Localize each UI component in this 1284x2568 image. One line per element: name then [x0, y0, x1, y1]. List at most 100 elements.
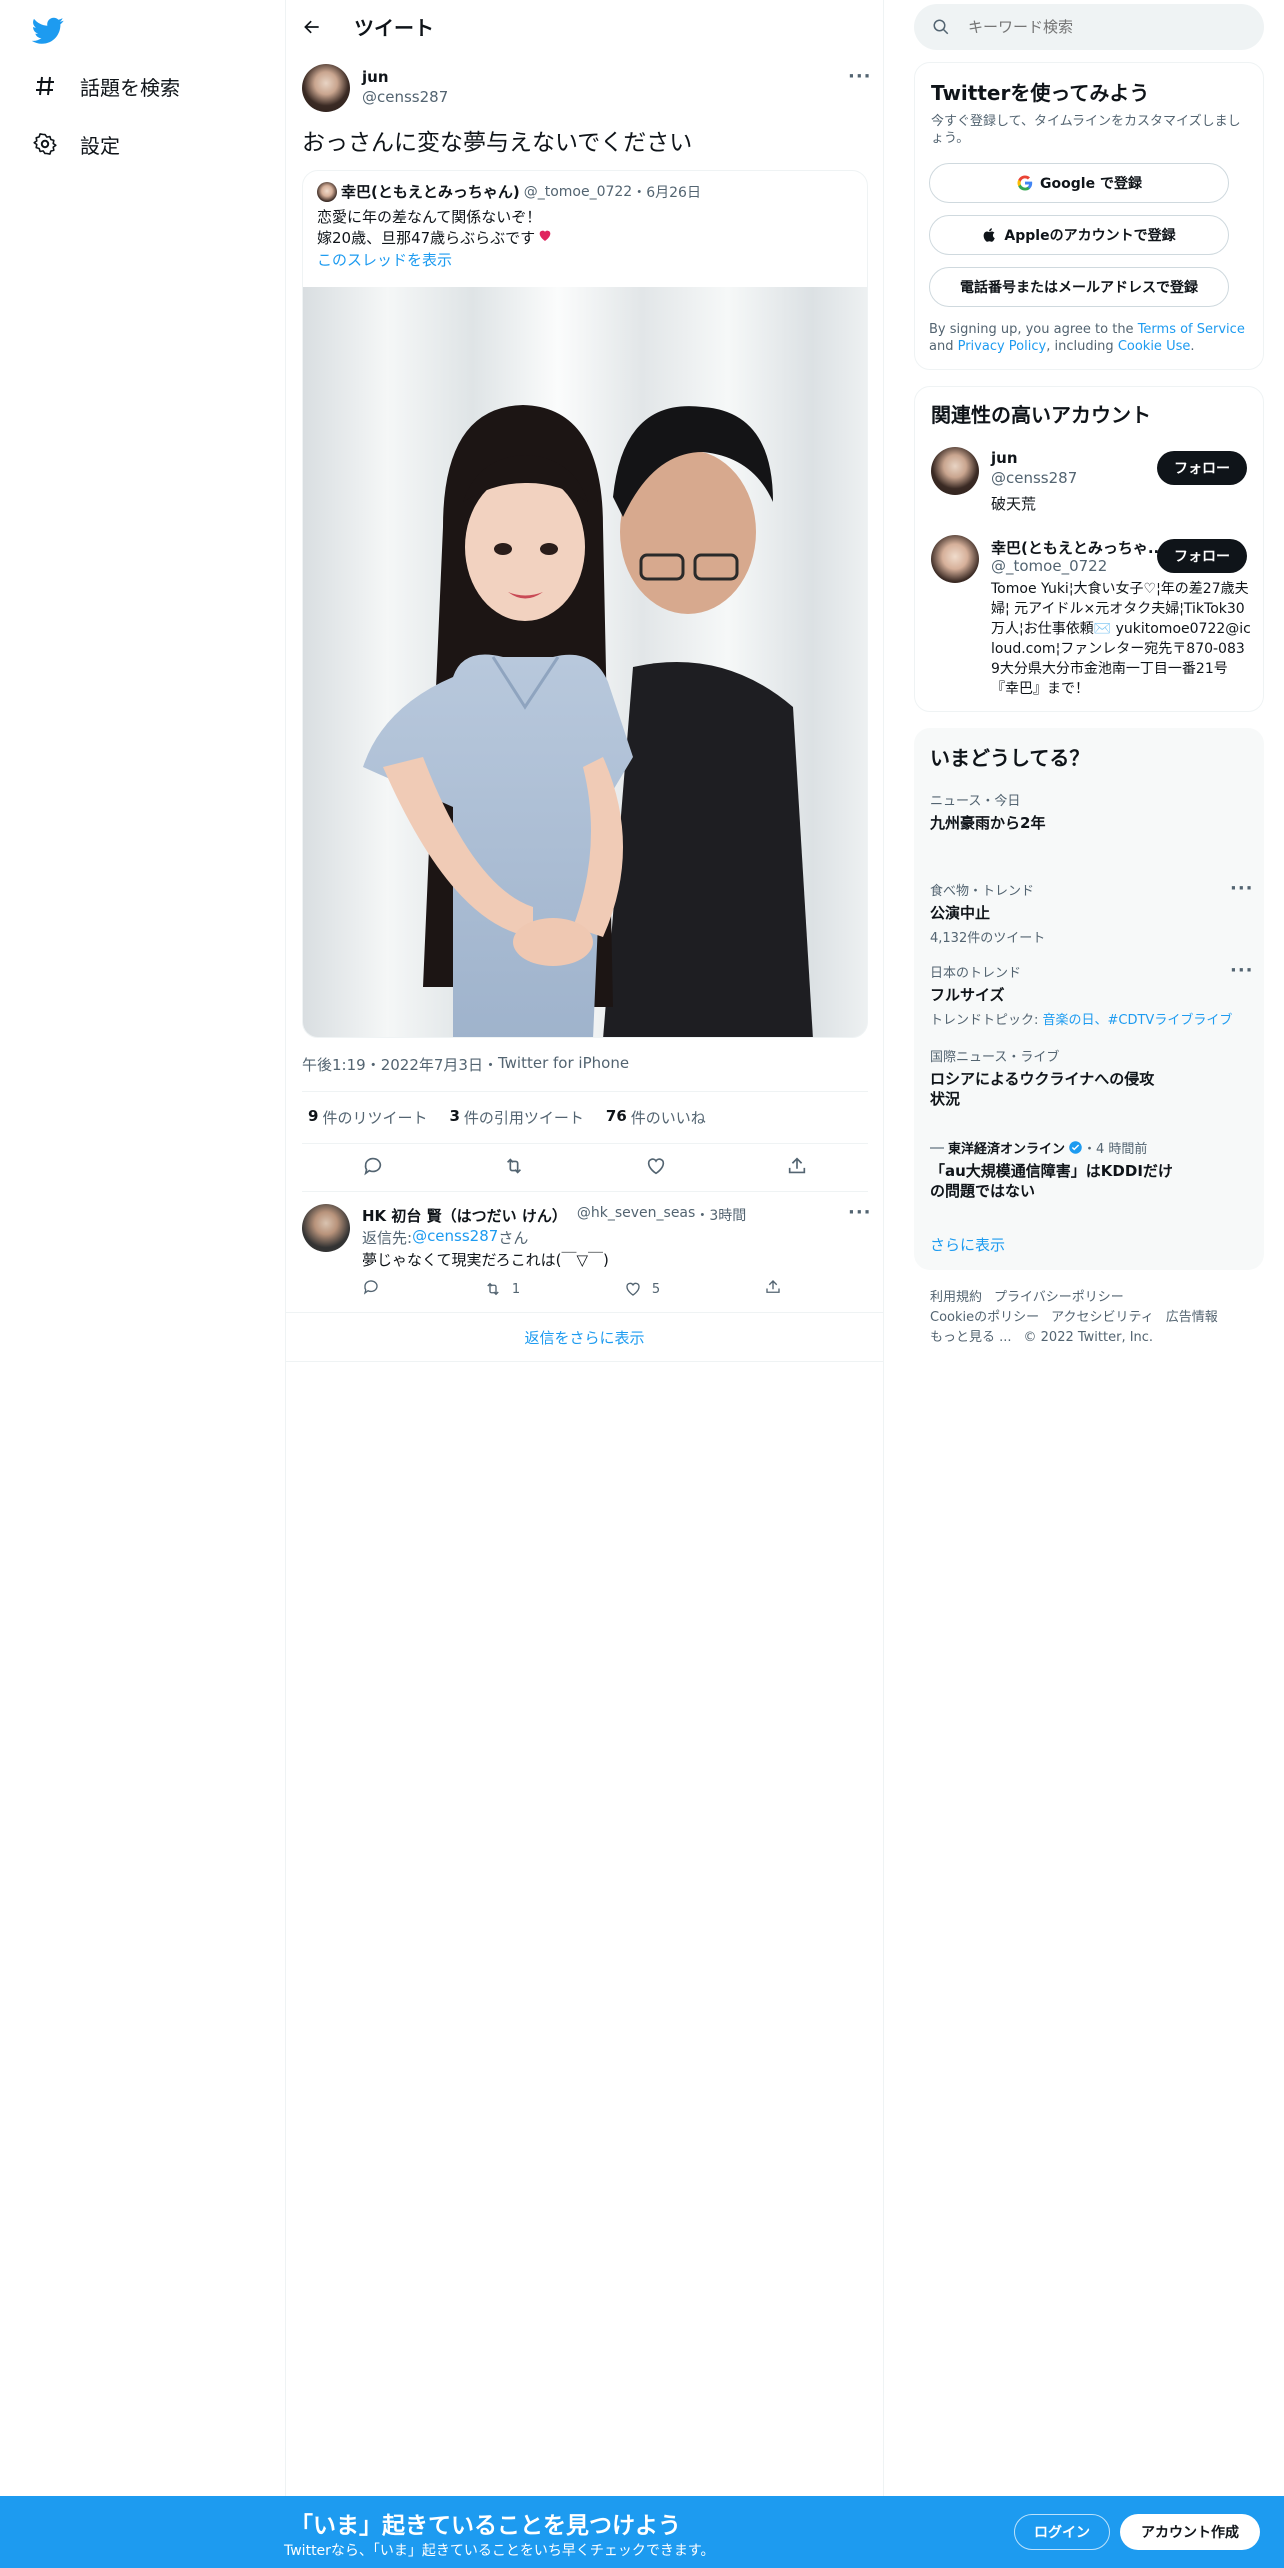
retweet-icon[interactable] [503, 1155, 525, 1181]
news-item[interactable]: 東洋経済オンライン ・4 時間前 「au大規模通信障害」はKDDIだけの問題では… [930, 1138, 1180, 1201]
avatar[interactable] [302, 64, 350, 112]
google-icon [1016, 174, 1034, 192]
retweet-button[interactable]: 1 [484, 1278, 520, 1300]
footer-link[interactable]: 広告情報 [1166, 1310, 1218, 1325]
retweet-icon [487, 1282, 499, 1296]
search-box[interactable] [914, 4, 1264, 50]
trend-category: ニュース・今日 [930, 794, 1021, 809]
follow-button[interactable]: フォロー [1157, 451, 1247, 485]
signup-title: Twitterを使ってみよう [931, 81, 1150, 105]
privacy-link[interactable]: Privacy Policy [958, 339, 1047, 354]
reply-time[interactable]: 3時間 [709, 1205, 746, 1226]
sidebar-item-settings[interactable]: 設定 [32, 124, 120, 164]
reply-actions: 1 5 [362, 1278, 782, 1300]
show-thread-link[interactable]: このスレッドを表示 [317, 249, 452, 270]
signup-button[interactable]: アカウント作成 [1120, 2514, 1260, 2550]
account-handle[interactable]: @censs287 [991, 469, 1077, 487]
news-source-row: 東洋経済オンライン ・4 時間前 [930, 1138, 1180, 1157]
footer-link[interactable]: Cookieのポリシー [930, 1310, 1039, 1325]
trend-item[interactable]: 食べ物・トレンド 公演中止 4,132件のツイート [930, 880, 1240, 946]
quote-count[interactable]: 3 件の引用ツイート [443, 1107, 599, 1128]
show-more-replies-button[interactable]: 返信をさらに表示 [286, 1313, 883, 1361]
trend-category: 食べ物・トレンド [930, 884, 1035, 899]
stat-label: 件のリツイート [322, 1109, 428, 1127]
login-button[interactable]: ログイン [1014, 2514, 1110, 2550]
account-bio: 破天荒 [991, 495, 1037, 513]
like-icon[interactable] [645, 1155, 667, 1181]
reply-to-handle[interactable]: @censs287 [412, 1227, 498, 1248]
trend-item[interactable]: 日本のトレンド フルサイズ トレンドトピック: 音楽の日、#CDTVライブライブ [930, 962, 1240, 1028]
trend-topic-links[interactable]: 音楽の日、#CDTVライブライブ [1043, 1013, 1233, 1028]
terms-text: By signing up, you agree to the [929, 322, 1138, 337]
trend-category: 国際ニュース・ライブ [930, 1050, 1060, 1065]
terms-text: and [929, 339, 958, 354]
tweet-time[interactable]: 午後1:19 [302, 1054, 366, 1075]
trend-subtitle-prefix: トレンドトピック: [930, 1013, 1043, 1028]
like-button[interactable]: 5 [624, 1278, 660, 1300]
retweet-count: 1 [511, 1281, 521, 1297]
copyright: © 2022 Twitter, Inc. [1023, 1330, 1154, 1345]
reply-icon[interactable] [362, 1278, 380, 1300]
tweet-text: おっさんに変な夢与えないでください [302, 130, 693, 156]
apple-signup-button[interactable]: Appleのアカウントで登録 [929, 215, 1229, 255]
terms-text: . [1190, 339, 1195, 354]
trend-subtitle: 4,132件のツイート [930, 931, 1046, 946]
google-signup-button[interactable]: Google で登録 [929, 163, 1229, 203]
signup-desc: 今すぐ登録して、タイムラインをカスタマイズしましょう。 [931, 114, 1241, 146]
tweet-stats: 9 件のリツイート 3 件の引用ツイート 76 件のいいね [302, 1091, 868, 1144]
footer-link[interactable]: 利用規約 [930, 1290, 982, 1305]
twitter-logo-icon[interactable] [31, 14, 64, 46]
reply-icon[interactable] [362, 1155, 384, 1181]
back-arrow-icon[interactable] [300, 15, 324, 39]
tweet-date[interactable]: 2022年7月3日 [381, 1054, 483, 1075]
show-more-trends-link[interactable]: さらに表示 [930, 1234, 1005, 1255]
more-icon[interactable]: ··· [1230, 960, 1254, 981]
trend-item[interactable]: ニュース・今日 九州豪雨から2年 [930, 790, 1240, 833]
reply-to-suffix: さん [498, 1229, 529, 1247]
account-name[interactable]: jun [991, 449, 1018, 467]
phone-email-signup-button[interactable]: 電話番号またはメールアドレスで登録 [929, 267, 1229, 307]
news-source: 東洋経済オンライン [948, 1142, 1066, 1157]
search-input[interactable] [968, 18, 1228, 36]
sidebar-item-explore[interactable]: 話題を検索 [32, 66, 180, 106]
author-name[interactable]: jun [362, 68, 389, 86]
more-icon[interactable]: ··· [1230, 878, 1254, 899]
tweet-photo[interactable] [303, 287, 867, 1037]
terms-link[interactable]: Terms of Service [1138, 322, 1245, 337]
account-handle[interactable]: @_tomoe_0722 [991, 557, 1107, 575]
account-name[interactable]: 幸巴(ともえとみっちゃ... [991, 537, 1161, 558]
source-logo-icon [930, 1146, 944, 1149]
avatar [317, 181, 337, 202]
avatar[interactable] [931, 447, 979, 495]
like-count[interactable]: 76 件のいいね [600, 1107, 722, 1128]
cookie-link[interactable]: Cookie Use [1118, 339, 1191, 354]
footer-more-link[interactable]: もっと見る ... [930, 1330, 1012, 1345]
trend-item[interactable]: 国際ニュース・ライブ ロシアによるウクライナへの侵攻状況 [930, 1046, 1160, 1109]
author-handle[interactable]: @censs287 [362, 88, 448, 106]
bottom-bar-subtitle: Twitterなら、「いま」起きていることをいち早くチェックできます。 [284, 2543, 715, 2559]
quoted-text-line: 恋愛に年の差なんて関係ないぞ！ [317, 208, 542, 226]
reply-author-handle[interactable]: @hk_seven_seas [577, 1205, 695, 1226]
follow-button[interactable]: フォロー [1157, 539, 1247, 573]
trends-card: いまどうしてる？ ニュース・今日 九州豪雨から2年 食べ物・トレンド 公演中止 … [914, 728, 1264, 1270]
signup-card: Twitterを使ってみよう 今すぐ登録して、タイムラインをカスタマイズしましょ… [914, 62, 1264, 370]
trend-category: 日本のトレンド [930, 966, 1022, 981]
avatar[interactable] [931, 535, 979, 583]
share-icon[interactable] [786, 1155, 808, 1181]
reply-author-name[interactable]: HK 初台 賢（はつだい けん） [362, 1205, 567, 1226]
footer-link[interactable]: プライバシーポリシー [994, 1290, 1124, 1305]
bottom-signup-bar: 「いま」起きていることを見つけよう Twitterなら、「いま」起きていることを… [0, 2496, 1284, 2568]
more-icon[interactable]: ··· [848, 1202, 872, 1223]
reply-to-prefix: 返信先: [362, 1229, 413, 1247]
verified-badge-icon [1068, 1140, 1083, 1155]
quoted-tweet[interactable]: 幸巴(ともえとみっちゃん) @_tomoe_0722 ・ 6月26日 恋愛に年の… [302, 170, 868, 1038]
more-icon[interactable]: ··· [848, 66, 872, 87]
avatar[interactable] [302, 1204, 350, 1252]
sidebar-item-label: 設定 [80, 133, 120, 158]
retweet-count[interactable]: 9 件のリツイート [302, 1107, 443, 1128]
footer-link[interactable]: アクセシビリティ [1051, 1310, 1154, 1325]
share-icon[interactable] [764, 1278, 782, 1300]
signup-terms: By signing up, you agree to the Terms of… [929, 321, 1251, 355]
separator: ・ [695, 1208, 710, 1224]
tweet-client[interactable]: Twitter for iPhone [498, 1054, 629, 1075]
